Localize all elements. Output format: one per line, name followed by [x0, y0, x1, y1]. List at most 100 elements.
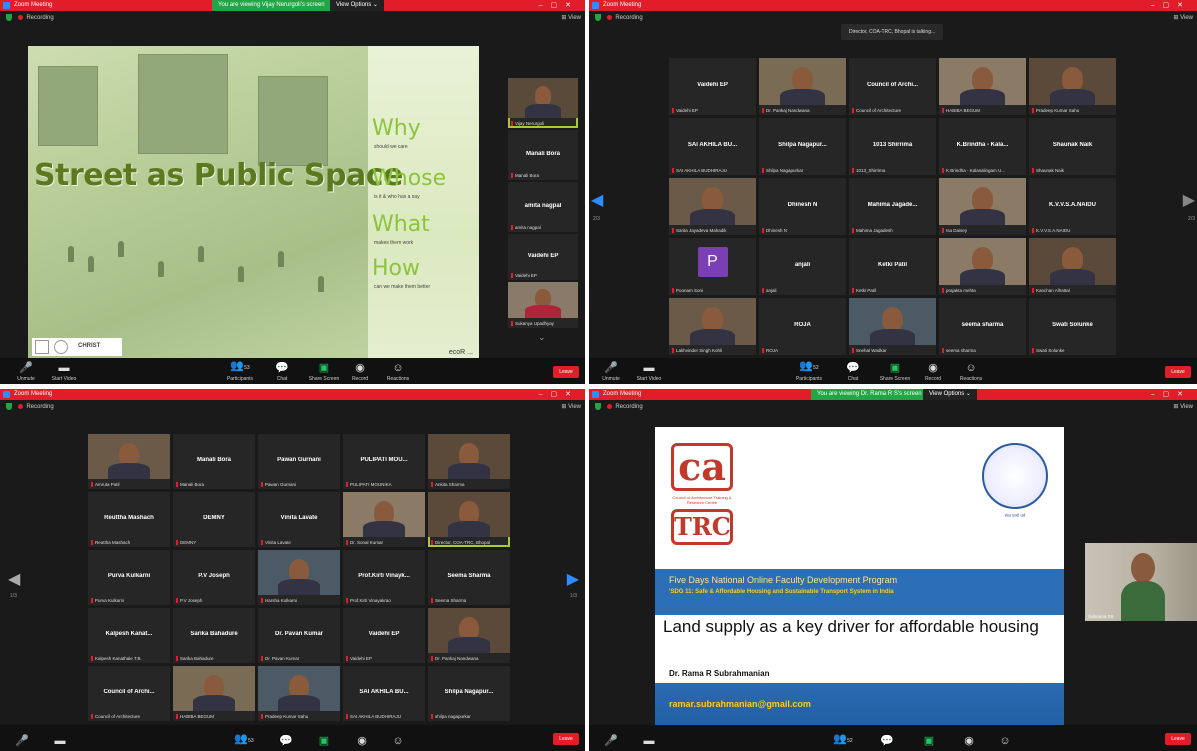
participant-tile[interactable]: Dr. Pankaj Nandwana [759, 58, 846, 115]
share-screen-button[interactable]: ▣ Share Screen [304, 362, 344, 382]
record-button[interactable]: ◉ [949, 735, 989, 749]
participant-tile[interactable]: Pawan Gurnani Pawan Gurnani [258, 434, 340, 489]
next-page-icon[interactable]: ▶ [567, 569, 579, 589]
leave-button[interactable]: Leave [553, 733, 579, 745]
participant-tile[interactable]: P.V Joseph P.V Joseph [173, 550, 255, 605]
share-screen-button[interactable]: ▣ [304, 735, 344, 749]
participant-tile[interactable]: Director, COA-TRC, Bhopal [428, 492, 510, 547]
unmute-button[interactable]: 🎤 Unmute [6, 362, 46, 382]
view-options-button[interactable]: View Options ⌄ [923, 389, 977, 400]
share-screen-button[interactable]: ▣ [909, 735, 949, 749]
participant-tile[interactable]: Council of Archi... Council of Architectu… [849, 58, 936, 115]
chat-button[interactable]: 💬 Chat [833, 362, 873, 382]
participant-tile[interactable]: seema sharma seema sharma [939, 298, 1026, 355]
participant-tile[interactable]: Reuttha Mashach Reuttha Mashach [88, 492, 170, 547]
participant-tile[interactable]: Seema Sharma Seema Sharma [428, 550, 510, 605]
chat-button[interactable]: 💬 [867, 735, 907, 749]
participant-tile[interactable]: Prof.Kirti Vinayk... Prof.Kirti Vinayakra… [343, 550, 425, 605]
unmute-button[interactable]: 🎤 [2, 735, 42, 749]
participant-tile[interactable]: Manali Bora Manali Bora [508, 130, 578, 180]
security-shield-icon[interactable] [6, 402, 12, 410]
unmute-button[interactable]: 🎤 Unmute [591, 362, 631, 382]
participants-button[interactable]: 👥53 Participants [220, 360, 260, 382]
participant-tile[interactable]: prajakta mehta [939, 238, 1026, 295]
security-shield-icon[interactable] [6, 13, 12, 21]
start-video-button[interactable]: ▬ Start Video [629, 362, 669, 382]
chat-button[interactable]: 💬 [266, 735, 306, 749]
participant-tile[interactable]: amita nagpal amita nagpal [508, 182, 578, 232]
participant-tile[interactable]: Purva Kulkarni Purva Kulkarni [88, 550, 170, 605]
participant-tile[interactable]: K.V.V.S.A.NAIDU K.V.V.S.A.NAIDU [1029, 178, 1116, 235]
window-controls[interactable]: –▢✕ [1151, 0, 1191, 11]
record-button[interactable]: ◉ Record [913, 362, 953, 382]
participant-tile[interactable]: Amruta Patil [88, 434, 170, 489]
participant-tile[interactable]: Shaunak Naik Shaunak Naik [1029, 118, 1116, 175]
participant-tile[interactable]: SAI AKHILA BU... SAI AKHILA BUDHIRAJU [669, 118, 756, 175]
share-screen-button[interactable]: ▣ Share Screen [875, 362, 915, 382]
participant-tile[interactable]: Kalpesh Kanat... Kalpesh Kanathale T.B. [88, 608, 170, 663]
reactions-button[interactable]: ☺ [378, 735, 418, 749]
start-video-button[interactable]: ▬ Start Video [44, 362, 84, 382]
security-shield-icon[interactable] [595, 13, 601, 21]
participant-tile[interactable]: DEMNY DEMNY [173, 492, 255, 547]
previous-page-icon[interactable]: ◀ [8, 569, 20, 589]
participant-tile[interactable]: Vaidehi EP Vaidehi EP [669, 58, 756, 115]
participant-tile[interactable]: Lakhvinder Singh Kohli [669, 298, 756, 355]
start-video-button[interactable]: ▬ [40, 735, 80, 749]
participant-tile[interactable]: Vinita Lavate Vinita Lavate [258, 492, 340, 547]
participant-tile[interactable]: Harsha Kulkarni [258, 550, 340, 605]
participant-tile[interactable]: K.Brindha - Kala... K.Brindha - Kalasalin… [939, 118, 1026, 175]
participant-tile[interactable]: Council of Archi... Council of Architectu… [88, 666, 170, 721]
participant-tile[interactable]: Mahima Jagade... Mahima Jagadesh [849, 178, 936, 235]
participant-tile[interactable]: 1013 Shirrima 1013_Shirrima [849, 118, 936, 175]
reactions-button[interactable]: ☺ Reactions [951, 362, 991, 382]
participant-tile[interactable]: HABIBA BEGUM [939, 58, 1026, 115]
participant-tile[interactable]: Shilpa Nagapur... shilpa nagapurkar [428, 666, 510, 721]
participant-tile[interactable]: Kanchan Alhattal [1029, 238, 1116, 295]
participant-tile[interactable]: Manali Bora Manali Bora [173, 434, 255, 489]
participant-tile[interactable]: P Poonam Soni [669, 238, 756, 295]
participant-tile[interactable]: HABIBA BEGUM [173, 666, 255, 721]
participant-tile[interactable]: Sarika Bahadure Sarika Bahadure [173, 608, 255, 663]
participant-tile[interactable]: anjali anjali [759, 238, 846, 295]
participants-button[interactable]: 👥53 [224, 733, 264, 749]
reactions-button[interactable]: ☺ Reactions [378, 362, 418, 382]
window-controls[interactable]: –▢✕ [539, 389, 579, 400]
previous-page-icon[interactable]: ◀ [591, 190, 603, 210]
participant-tile[interactable]: Pradeep Kumar Sahu [1029, 58, 1116, 115]
participant-tile[interactable]: Pradeep Kumar Sahu [258, 666, 340, 721]
view-button[interactable]: ⊞ View [561, 11, 581, 25]
view-button[interactable]: ⊞ View [1173, 11, 1193, 25]
participant-tile[interactable]: Ankita Sharma [428, 434, 510, 489]
view-button[interactable]: ⊞ View [561, 400, 581, 414]
participant-tile[interactable]: Vaidehi EP Vaidehi EP [343, 608, 425, 663]
window-controls[interactable]: –▢✕ [539, 0, 579, 11]
participant-tile[interactable]: Shilpa Nagapur... Shilpa Nagapurkar [759, 118, 846, 175]
participant-tile[interactable]: Dr. Pavan Kumar Dr. Pavan Kumar [258, 608, 340, 663]
participant-tile[interactable]: ROJA ROJA [759, 298, 846, 355]
leave-button[interactable]: Leave [1165, 733, 1191, 745]
participant-tile[interactable]: Ketki Patil Ketki Patil [849, 238, 936, 295]
leave-button[interactable]: Leave [1165, 366, 1191, 378]
chat-button[interactable]: 💬 Chat [262, 362, 302, 382]
presenter-video[interactable]: Subrama SS [1085, 543, 1197, 621]
participant-tile[interactable]: Vaidehi EP Vaidehi EP [508, 234, 578, 280]
participant-tile[interactable]: Snehal Wadkar [849, 298, 936, 355]
participant-tile[interactable]: Dhinesh N Dhinesh N [759, 178, 846, 235]
participants-button[interactable]: 👥52 [823, 733, 863, 749]
window-controls[interactable]: –▢✕ [1151, 389, 1191, 400]
chevron-down-icon[interactable]: ⌄ [538, 332, 546, 343]
leave-button[interactable]: Leave [553, 366, 579, 378]
unmute-button[interactable]: 🎤 [591, 735, 631, 749]
participant-tile[interactable]: Dr. Pankaj Nandwana [428, 608, 510, 663]
record-button[interactable]: ◉ [342, 735, 382, 749]
participants-button[interactable]: 👥52 Participants [789, 360, 829, 382]
participant-tile[interactable]: Sukanya Upadhyay [508, 282, 578, 328]
participant-tile[interactable]: Dr. Sonal Kumar [343, 492, 425, 547]
participant-tile[interactable]: PULIPATI MOU... PULIPATI MOUNIKA [343, 434, 425, 489]
view-button[interactable]: ⊞ View [1173, 400, 1193, 414]
next-page-icon[interactable]: ▶ [1183, 190, 1195, 210]
participant-tile[interactable]: Vijay Nerurgoli [508, 78, 578, 128]
start-video-button[interactable]: ▬ [629, 735, 669, 749]
view-options-button[interactable]: View Options ⌄ [330, 0, 384, 11]
